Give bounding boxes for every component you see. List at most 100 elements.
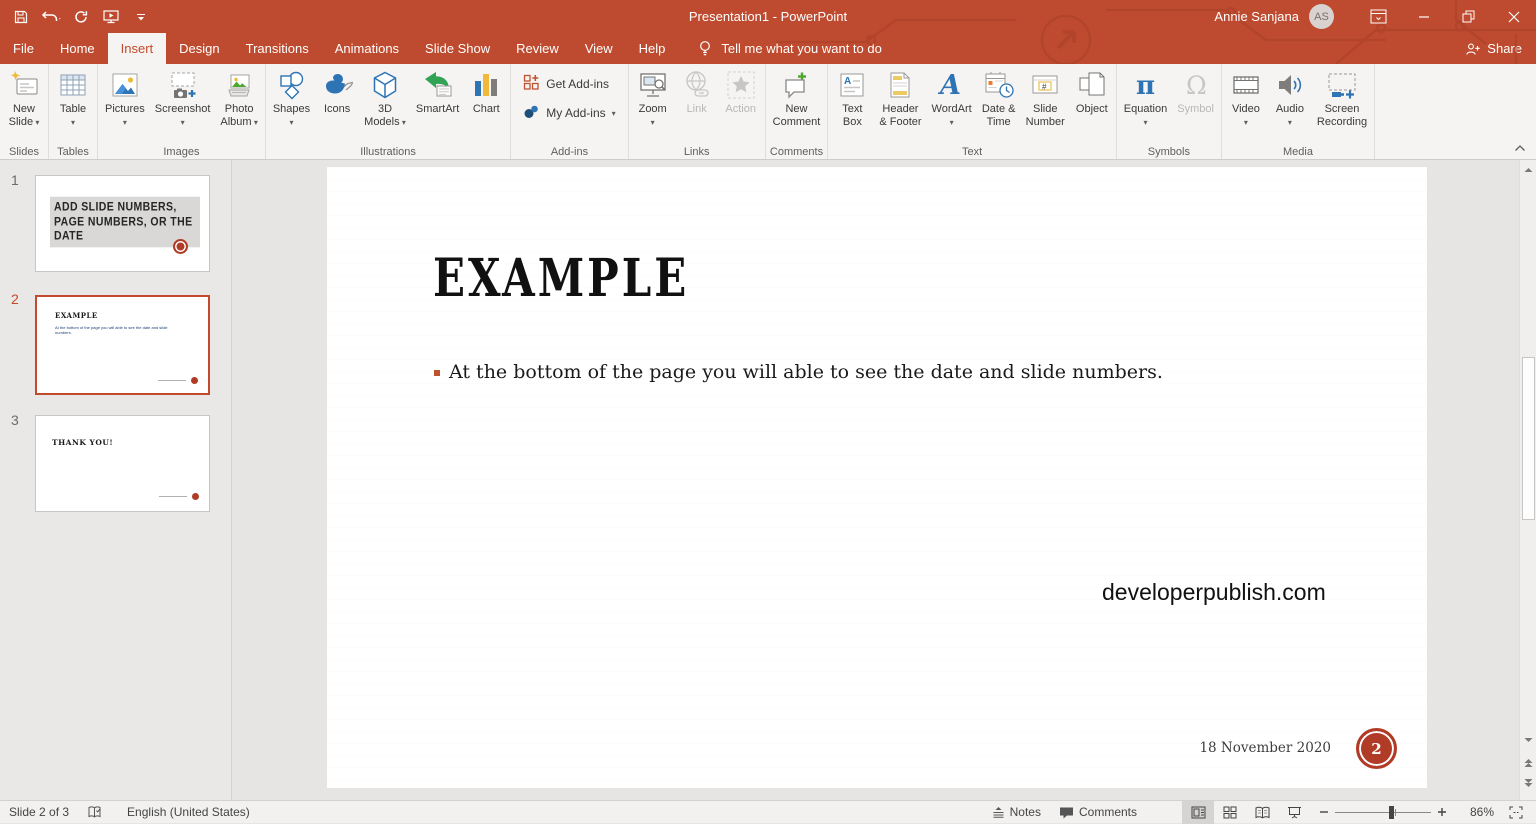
table-button[interactable]: Table▾ [51, 66, 95, 142]
share-label: Share [1487, 41, 1522, 56]
watermark-text[interactable]: developerpublish.com [1102, 579, 1326, 606]
pictures-button-label: Pictures▾ [105, 103, 145, 129]
video-button[interactable]: Video▾ [1224, 66, 1268, 142]
slide-date[interactable]: 18 November 2020 [1199, 740, 1331, 756]
next-slide-icon[interactable] [1521, 775, 1536, 791]
view-reading-button[interactable] [1246, 801, 1278, 824]
screenshot-button[interactable]: Screenshot▾ [150, 66, 216, 142]
action-button-label: Action [725, 103, 756, 116]
chart-button[interactable]: Chart [464, 66, 508, 142]
notes-button[interactable]: Notes [983, 801, 1050, 824]
icons-icon [321, 69, 353, 101]
my-add-ins-button[interactable]: My Add-ins▾ [523, 103, 615, 123]
slide-3-thumbnail[interactable]: THANK YOU! [35, 415, 210, 512]
slide-2-thumbnail[interactable]: EXAMPLE At the bottom of the page you wi… [35, 295, 210, 395]
new-comment-button[interactable]: NewComment [768, 66, 826, 142]
icons-button[interactable]: Icons [315, 66, 359, 142]
restore-button[interactable] [1446, 0, 1491, 33]
proofing-icon[interactable] [78, 801, 112, 824]
user-name[interactable]: Annie Sanjana [1214, 9, 1299, 24]
redo-button[interactable] [66, 4, 96, 30]
3d-models-button[interactable]: 3DModels ▾ [359, 66, 411, 142]
audio-button[interactable]: Audio▾ [1268, 66, 1312, 142]
zoom-slider-thumb[interactable] [1389, 806, 1394, 819]
tab-home[interactable]: Home [47, 33, 108, 64]
text-box-button[interactable]: ATextBox [830, 66, 874, 142]
scroll-up-icon[interactable] [1521, 162, 1536, 178]
title-bar: Presentation1 - PowerPoint Annie Sanjana… [0, 0, 1536, 33]
zoom-out-button[interactable] [1310, 801, 1329, 824]
view-normal-button[interactable] [1182, 801, 1214, 824]
ribbon-display-options-button[interactable] [1356, 0, 1401, 33]
tab-view[interactable]: View [572, 33, 626, 64]
object-button[interactable]: Object [1070, 66, 1114, 142]
start-from-beginning-button[interactable] [96, 4, 126, 30]
new-slide-button[interactable]: NewSlide ▾ [2, 66, 46, 142]
zoom-percentage[interactable]: 86% [1456, 805, 1494, 819]
smartart-button[interactable]: SmartArt [411, 66, 464, 142]
wordart-button[interactable]: AWordArt▾ [927, 66, 977, 142]
object-icon [1076, 69, 1108, 101]
my-add-ins-icon [523, 103, 540, 123]
svg-text:π: π [1136, 71, 1155, 101]
slide-2-number-dot [191, 377, 198, 384]
zoom-slider[interactable] [1335, 801, 1431, 824]
slide-number-stamp[interactable]: 2 [1356, 728, 1397, 769]
get-add-ins-button[interactable]: Get Add-ins [523, 74, 609, 94]
tab-design[interactable]: Design [166, 33, 232, 64]
tab-insert[interactable]: Insert [108, 33, 167, 64]
screen-recording-button[interactable]: ScreenRecording [1312, 66, 1372, 142]
slide-1-thumbnail[interactable]: ADD SLIDE NUMBERS, PAGE NUMBERS, OR THE … [35, 175, 210, 272]
symbol-button-label: Symbol [1177, 103, 1214, 116]
tab-help[interactable]: Help [626, 33, 679, 64]
slide-2-body: At the bottom of the page you will able … [55, 325, 175, 335]
collapse-ribbon-icon[interactable] [1514, 141, 1526, 155]
screenshot-icon [167, 69, 199, 101]
slide-indicator[interactable]: Slide 2 of 3 [0, 801, 78, 824]
table-button-label: Table▾ [60, 103, 86, 129]
get-add-ins-icon [523, 74, 540, 94]
customize-qat-button[interactable] [126, 4, 156, 30]
comments-button[interactable]: Comments [1050, 801, 1146, 824]
slide-number-button[interactable]: #SlideNumber [1021, 66, 1070, 142]
language-indicator[interactable]: English (United States) [118, 801, 259, 824]
symbol-icon: Ω [1180, 69, 1212, 101]
lightbulb-icon [698, 40, 712, 57]
scrollbar-thumb[interactable] [1522, 357, 1535, 520]
avatar[interactable]: AS [1309, 4, 1334, 29]
equation-button[interactable]: πEquation▾ [1119, 66, 1172, 142]
tab-animations[interactable]: Animations [322, 33, 412, 64]
zoom-button[interactable]: Zoom▾ [631, 66, 675, 142]
slide-3-footer-line [159, 496, 187, 497]
scroll-down-icon[interactable] [1521, 732, 1536, 748]
share-button[interactable]: Share [1465, 33, 1522, 64]
view-slideshow-button[interactable] [1278, 801, 1310, 824]
save-button[interactable] [6, 4, 36, 30]
zoom-in-button[interactable] [1437, 801, 1456, 824]
slide-canvas[interactable]: EXAMPLE At the bottom of the page you wi… [327, 167, 1427, 788]
minimize-button[interactable] [1401, 0, 1446, 33]
undo-button[interactable] [36, 4, 66, 30]
view-slide-sorter-button[interactable] [1214, 801, 1246, 824]
fit-slide-to-window-button[interactable] [1500, 801, 1532, 824]
notes-icon [992, 806, 1005, 818]
text-box-button-label: TextBox [842, 103, 862, 129]
pictures-button[interactable]: Pictures▾ [100, 66, 150, 142]
slide-bullet-item[interactable]: At the bottom of the page you will able … [434, 361, 1163, 383]
close-button[interactable] [1491, 0, 1536, 33]
photo-album-button[interactable]: PhotoAlbum ▾ [215, 66, 262, 142]
quick-access-toolbar [6, 4, 156, 30]
date-time-button[interactable]: Date &Time [977, 66, 1021, 142]
screen-recording-button-label: ScreenRecording [1317, 103, 1367, 129]
header-footer-button[interactable]: Header& Footer [874, 66, 926, 142]
vertical-scrollbar[interactable] [1519, 160, 1536, 800]
previous-slide-icon[interactable] [1521, 755, 1536, 771]
tab-review[interactable]: Review [503, 33, 572, 64]
tab-transitions[interactable]: Transitions [233, 33, 322, 64]
shapes-button[interactable]: Shapes▾ [268, 66, 315, 142]
slide-title[interactable]: EXAMPLE [433, 247, 689, 308]
tell-me-box[interactable]: Tell me what you want to do [698, 33, 881, 64]
tab-file[interactable]: File [0, 33, 47, 64]
tab-slide-show[interactable]: Slide Show [412, 33, 503, 64]
shapes-button-label: Shapes▾ [273, 103, 310, 129]
